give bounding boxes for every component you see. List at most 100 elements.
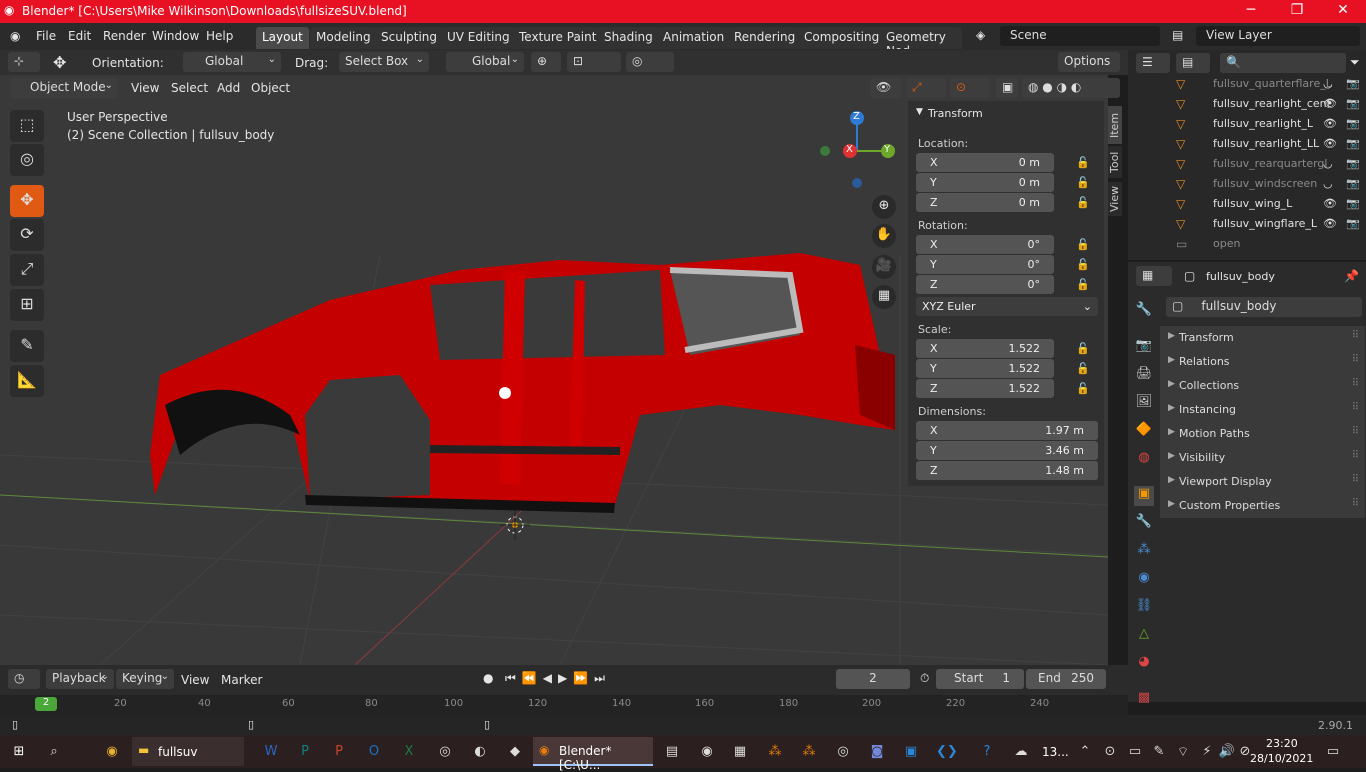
cursor-tool-button[interactable]: ◎: [10, 144, 44, 176]
drag-grip-icon[interactable]: ⠿: [1352, 330, 1359, 341]
photos-icon[interactable]: ▣: [902, 744, 920, 760]
overlay-toggle[interactable]: ⊙: [950, 78, 990, 98]
location-y-field[interactable]: Y0 m: [916, 173, 1054, 192]
drag-grip-icon[interactable]: ⠿: [1352, 354, 1359, 365]
minimize-icon[interactable]: ─: [1228, 2, 1274, 18]
transform-tool-button[interactable]: ⊞: [10, 289, 44, 321]
taskbar-blender[interactable]: ◉ Blender* [C:\U...: [533, 737, 653, 772]
start-frame-field[interactable]: Start 1: [936, 669, 1024, 689]
location-x-field[interactable]: X0 m: [916, 153, 1054, 172]
pen-icon[interactable]: ✎: [1150, 744, 1168, 760]
panel-transform[interactable]: ▶ Transform ⠿: [1160, 326, 1365, 350]
camera-icon[interactable]: 📷: [1346, 157, 1360, 170]
maximize-icon[interactable]: ❐: [1274, 2, 1320, 18]
scene-icon[interactable]: ◈: [976, 28, 985, 42]
transform-orientation-dropdown[interactable]: Global ⌄: [446, 52, 524, 72]
battery-icon[interactable]: ▭: [1126, 744, 1144, 760]
modifier-icon[interactable]: 🔧: [1134, 514, 1154, 534]
timeline-editor-type[interactable]: ◷: [8, 669, 40, 689]
view-layer-icon[interactable]: ▤: [1172, 28, 1183, 42]
menu-edit[interactable]: Edit: [68, 29, 91, 43]
gizmo-toggle[interactable]: ⤢: [906, 78, 946, 98]
end-frame-field[interactable]: End 250: [1026, 669, 1106, 689]
tool-select-dropdown[interactable]: ⊹: [8, 52, 40, 72]
timeline-menu-marker[interactable]: Marker: [221, 673, 262, 687]
options-dropdown[interactable]: Options: [1058, 52, 1120, 72]
word-icon[interactable]: W: [262, 744, 280, 760]
keying-dropdown[interactable]: Keying ⌄: [116, 669, 174, 689]
outliner-row[interactable]: ▽ fullsuv_windscreen ◡ 📷: [1130, 174, 1366, 194]
panel-custom-properties[interactable]: ▶ Custom Properties ⠿: [1160, 494, 1365, 518]
tab-view[interactable]: View: [1108, 182, 1122, 216]
render-icon[interactable]: 📷: [1134, 338, 1154, 358]
playback-dropdown[interactable]: Playback ⌄: [46, 669, 114, 689]
panel-instancing[interactable]: ▶ Instancing ⠿: [1160, 398, 1365, 422]
visibility-dropdown[interactable]: 👁: [870, 78, 902, 98]
eye-icon[interactable]: 👁: [1323, 117, 1337, 130]
menu-render[interactable]: Render: [103, 29, 146, 43]
snap-toggle[interactable]: ⊡: [567, 52, 621, 72]
object-properties-icon[interactable]: ▣: [1134, 486, 1154, 506]
app-icon[interactable]: ◎: [834, 744, 852, 760]
camera-icon[interactable]: 📷: [1346, 117, 1360, 130]
transform-header[interactable]: Transform: [928, 107, 983, 120]
view-layer-selector[interactable]: View Layer: [1196, 26, 1360, 46]
hide-eye-icon[interactable]: ◡: [1323, 157, 1333, 170]
outliner-filter-dropdown[interactable]: ▤: [1176, 53, 1210, 73]
tab-modeling[interactable]: Modeling: [310, 27, 377, 49]
chrome-icon[interactable]: ◉: [103, 744, 121, 760]
drag-grip-icon[interactable]: ⠿: [1352, 426, 1359, 437]
camera-icon[interactable]: 📷: [1346, 197, 1360, 210]
help-icon[interactable]: ?: [978, 744, 996, 760]
panel-motion-paths[interactable]: ▶ Motion Paths ⠿: [1160, 422, 1365, 446]
pan-hand-icon[interactable]: ✋: [872, 224, 896, 248]
app-icon[interactable]: ◉: [698, 744, 716, 760]
measure-tool-button[interactable]: 📐: [10, 365, 44, 397]
stopwatch-icon[interactable]: ⏱: [920, 671, 929, 686]
tab-layout[interactable]: Layout: [256, 27, 309, 49]
weather-icon[interactable]: ☁: [1012, 744, 1030, 760]
rotation-y-field[interactable]: Y 0°: [916, 255, 1054, 274]
lock-icon[interactable]: 🔓: [1076, 258, 1090, 271]
lock-icon[interactable]: 🔓: [1076, 362, 1090, 375]
drag-grip-icon[interactable]: ⠿: [1352, 450, 1359, 461]
drag-dropdown[interactable]: Select Box ⌄: [339, 52, 429, 72]
perspective-toggle-icon[interactable]: ▦: [872, 285, 896, 309]
select-tool-button[interactable]: ⬚: [10, 110, 44, 142]
lock-icon[interactable]: 🔓: [1076, 196, 1090, 209]
properties-editor-type[interactable]: ▦: [1136, 266, 1172, 286]
panel-visibility[interactable]: ▶ Visibility ⠿: [1160, 446, 1365, 470]
xray-toggle[interactable]: ▣: [996, 78, 1018, 98]
vp-menu-view[interactable]: View: [131, 81, 159, 95]
tray-icon[interactable]: ⊙: [1101, 744, 1119, 760]
powerpoint-icon[interactable]: P: [330, 744, 348, 760]
rotation-mode-dropdown[interactable]: XYZ Euler ⌄: [916, 297, 1098, 316]
playback-controls[interactable]: ⏮⏪◀▶⏩⏭: [505, 671, 611, 686]
view-layer-icon[interactable]: 🖼: [1134, 394, 1154, 414]
app-icon[interactable]: ◎: [436, 744, 454, 760]
scene-icon[interactable]: 🔶: [1134, 422, 1154, 442]
panel-viewport-display[interactable]: ▶ Viewport Display ⠿: [1160, 470, 1365, 494]
location-z-field[interactable]: Z0 m: [916, 193, 1054, 212]
camera-icon[interactable]: 📷: [1346, 217, 1360, 230]
outliner-search-input[interactable]: 🔍: [1220, 53, 1346, 73]
panel-collections[interactable]: ▶ Collections ⠿: [1160, 374, 1365, 398]
vp-menu-add[interactable]: Add: [217, 81, 240, 95]
camera-icon[interactable]: 📷: [1346, 137, 1360, 150]
tab-sculpting[interactable]: Sculpting: [375, 27, 444, 49]
dimensions-x-field[interactable]: X 1.97 m: [916, 421, 1098, 440]
lock-icon[interactable]: 🔓: [1076, 382, 1090, 395]
outliner-row[interactable]: ▽ fullsuv_rearlight_LL 👁 📷: [1130, 134, 1366, 154]
timeline-menu-view[interactable]: View: [181, 673, 209, 687]
tab-item[interactable]: Item: [1108, 106, 1122, 144]
physics-icon[interactable]: ◉: [1134, 570, 1154, 590]
chevron-up-icon[interactable]: ⌃: [1076, 744, 1094, 760]
tab-uv-editing[interactable]: UV Editing: [441, 27, 516, 49]
proportional-edit-toggle[interactable]: ◎: [626, 52, 674, 72]
scale-y-field[interactable]: Y 1.522: [916, 359, 1054, 378]
constraints-icon[interactable]: ⛓: [1134, 598, 1154, 618]
notepad-icon[interactable]: ▤: [663, 744, 681, 760]
pivot-dropdown[interactable]: ⊕: [531, 52, 561, 72]
action-center-icon[interactable]: ▭: [1324, 744, 1342, 760]
discord-icon[interactable]: ◙: [868, 744, 886, 760]
